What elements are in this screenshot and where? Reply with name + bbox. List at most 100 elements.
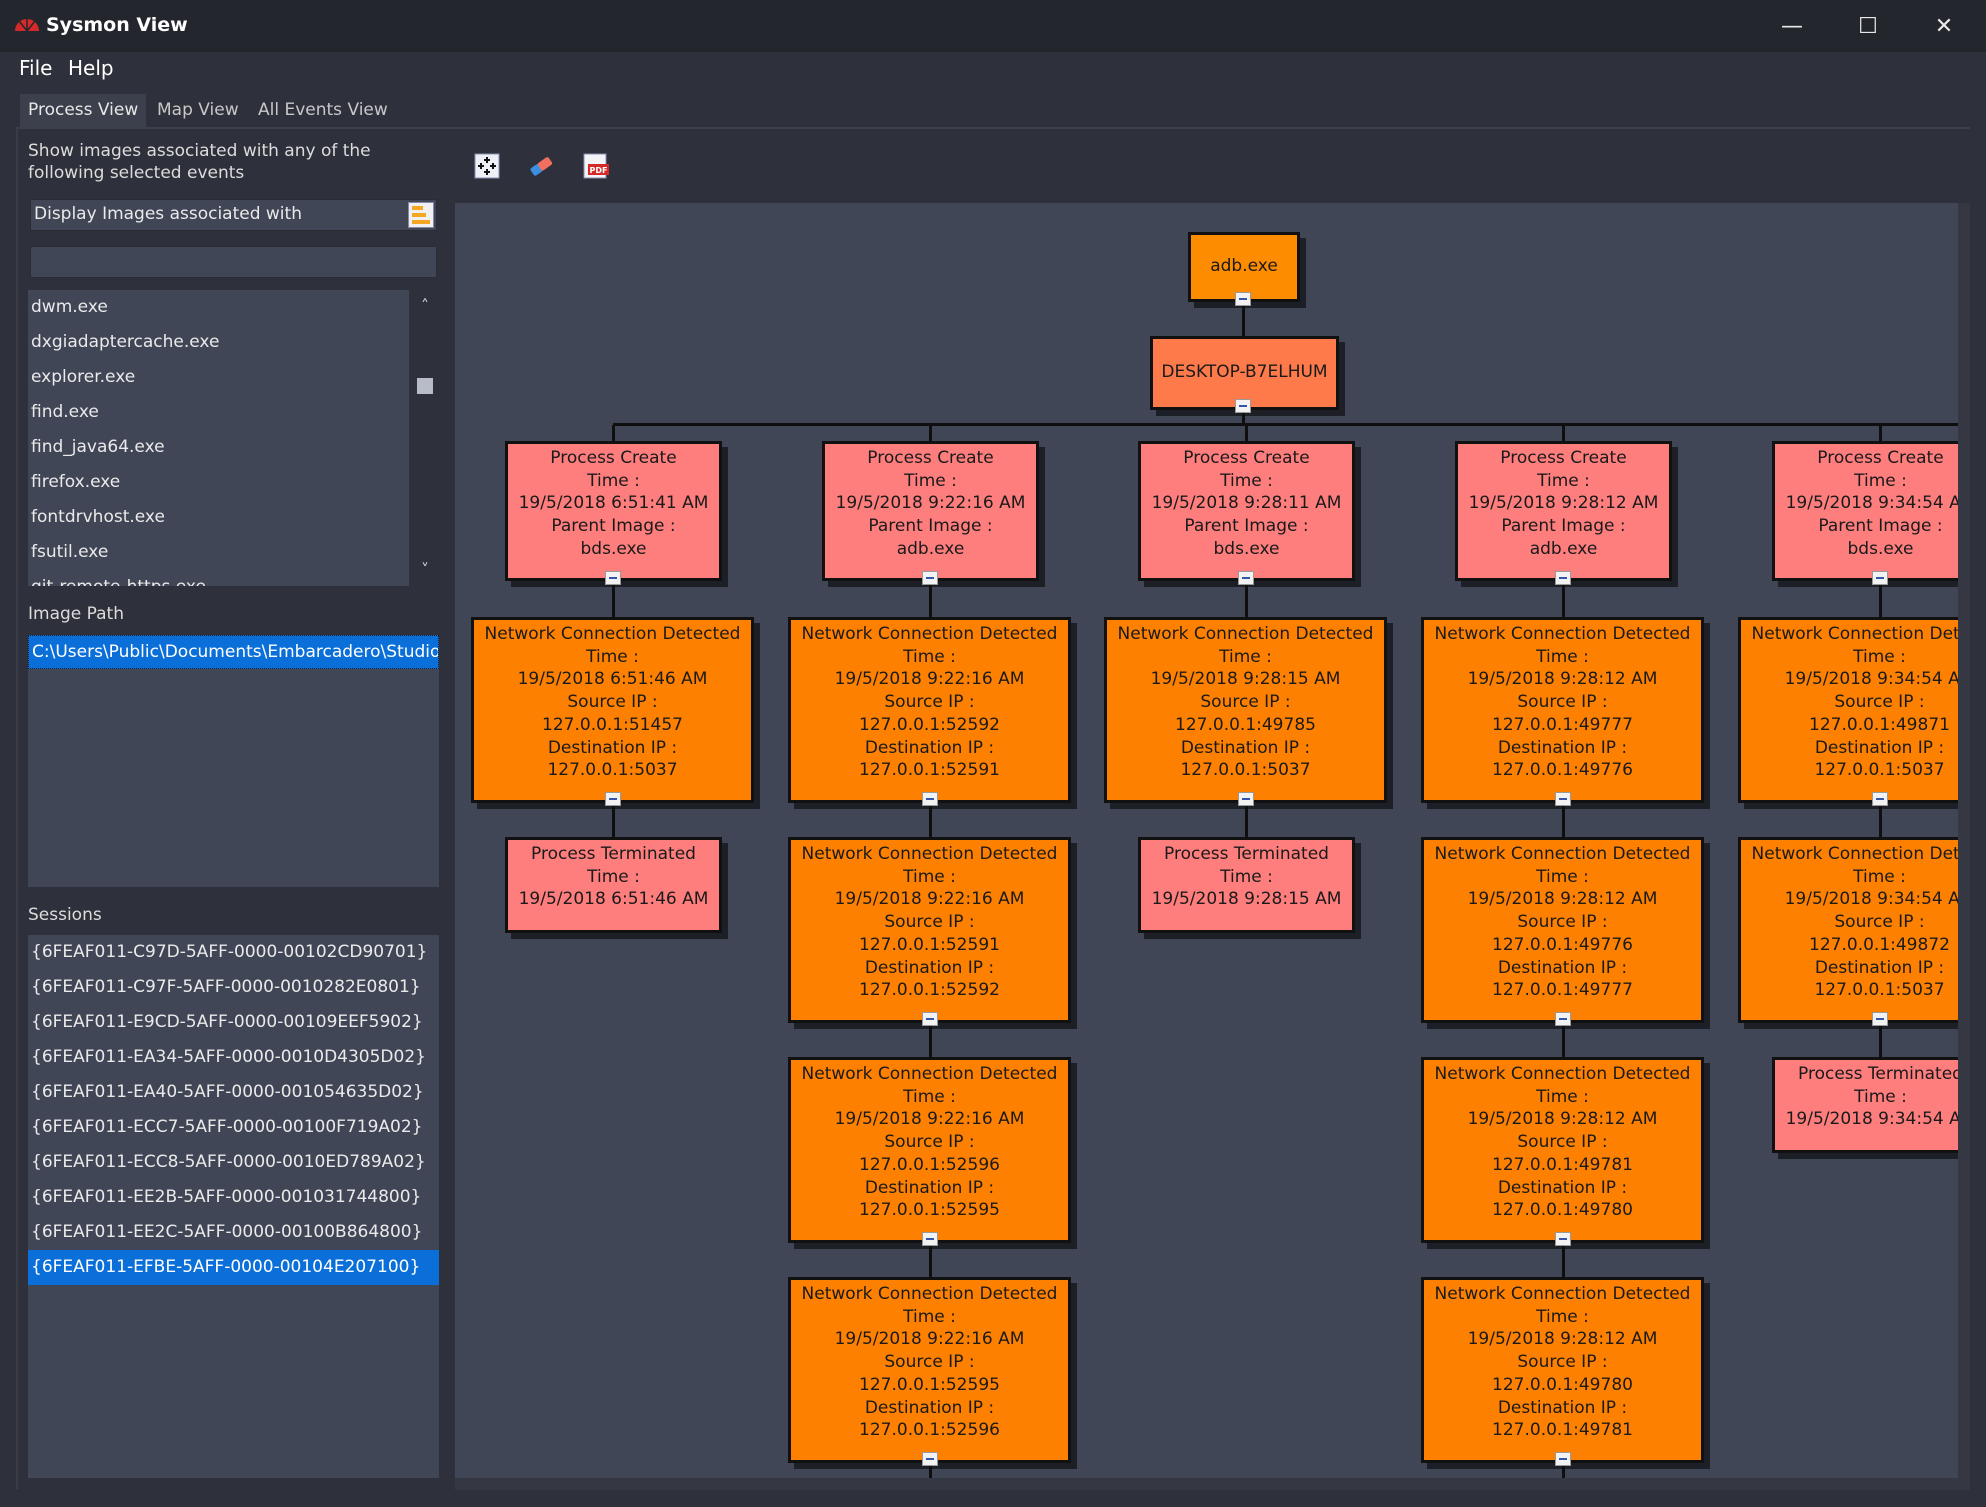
tree-edge (613, 423, 1958, 426)
image-list-item[interactable]: fontdrvhost.exe (28, 500, 409, 535)
image-path-list[interactable]: C:\Users\Public\Documents\Embarcadero\St… (28, 635, 439, 887)
process-tree-canvas[interactable]: adb.exe DESKTOP-B7ELHUM Process Create Time… (455, 203, 1958, 1478)
collapse-toggle-icon[interactable] (1235, 292, 1251, 306)
collapse-toggle-icon[interactable] (1555, 1452, 1571, 1466)
tree-edge (929, 1246, 932, 1277)
collapse-toggle-icon[interactable] (922, 1452, 938, 1466)
pdf-export-icon[interactable]: PDF (582, 152, 610, 180)
network-connection-node[interactable]: Network Connection DetectedTime :19/5/20… (788, 617, 1071, 803)
canvas-horizontal-scrollbar[interactable] (455, 1478, 1970, 1490)
session-list-item[interactable]: {6FEAF011-EA40-5AFF-0000-001054635D02} (28, 1075, 439, 1110)
collapse-toggle-icon[interactable] (922, 1232, 938, 1246)
scroll-thumb[interactable] (417, 378, 433, 394)
scroll-down-icon[interactable]: ˅ (416, 560, 434, 579)
collapse-toggle-icon[interactable] (1235, 399, 1251, 413)
session-list-item[interactable]: {6FEAF011-E9CD-5AFF-0000-00109EEF5902} (28, 1005, 439, 1040)
session-list-item[interactable]: {6FEAF011-EE2C-5AFF-0000-00100B864800} (28, 1215, 439, 1250)
image-list-item[interactable]: explorer.exe (28, 360, 409, 395)
collapse-toggle-icon[interactable] (1555, 792, 1571, 806)
time-label: Time : (1854, 470, 1907, 491)
image-path-label: Image Path (28, 604, 124, 624)
process-create-node[interactable]: Process Create Time :19/5/2018 9:34:54 AM… (1772, 441, 1958, 581)
fit-to-screen-icon[interactable] (473, 152, 501, 180)
images-list[interactable]: dwm.exe dxgiadaptercache.exe explorer.exe f… (28, 290, 409, 586)
tab-process-view[interactable]: Process View (20, 94, 147, 128)
collapse-toggle-icon[interactable] (1555, 571, 1571, 585)
images-list-scrollbar[interactable]: ˄ ˅ (412, 290, 437, 586)
network-connection-node[interactable]: Network Connection DetectedTime :19/5/20… (1421, 617, 1704, 803)
close-button[interactable]: ✕ (1906, 0, 1982, 52)
collapse-toggle-icon[interactable] (1238, 792, 1254, 806)
source-ip-label: Source IP : (884, 1352, 975, 1373)
collapse-toggle-icon[interactable] (1872, 571, 1888, 585)
list-select-icon[interactable] (408, 202, 434, 228)
process-create-node[interactable]: Process Create Time :19/5/2018 9:28:11 AM… (1138, 441, 1355, 581)
session-list-item[interactable]: {6FEAF011-EFBE-5AFF-0000-00104E207100} (28, 1250, 439, 1285)
source-ip-value: 127.0.0.1:49780 (1492, 1374, 1633, 1395)
maximize-button[interactable]: ☐ (1830, 0, 1906, 52)
destination-ip-value: 127.0.0.1:5037 (547, 760, 678, 781)
session-list-item[interactable]: {6FEAF011-ECC8-5AFF-0000-0010ED789A02} (28, 1145, 439, 1180)
image-path-item[interactable]: C:\Users\Public\Documents\Embarcadero\St… (28, 635, 439, 669)
image-list-item[interactable]: dxgiadaptercache.exe (28, 325, 409, 360)
network-connection-node[interactable]: Network Connection DetectedTime :19/5/20… (1421, 837, 1704, 1023)
tab-map-view[interactable]: Map View (149, 94, 247, 128)
destination-ip-label: Destination IP : (547, 737, 678, 758)
network-connection-node[interactable]: Network Connection DetectedTime :19/5/20… (1738, 837, 1958, 1023)
image-search-input[interactable] (30, 246, 437, 278)
image-list-item[interactable]: dwm.exe (28, 290, 409, 325)
scroll-up-icon[interactable]: ˄ (416, 296, 434, 315)
canvas-vertical-scrollbar[interactable] (1958, 203, 1970, 1478)
network-connection-node[interactable]: Network Connection DetectedTime :19/5/20… (1104, 617, 1387, 803)
process-create-node[interactable]: Process Create Time :19/5/2018 6:51:41 AM… (505, 441, 722, 581)
time-value: 19/5/2018 9:22:16 AM (834, 1329, 1025, 1350)
network-connection-node[interactable]: Network Connection DetectedTime :19/5/20… (1421, 1277, 1704, 1463)
session-list-item[interactable]: {6FEAF011-C97D-5AFF-0000-00102CD90701} (28, 935, 439, 970)
source-ip-value: 127.0.0.1:52592 (859, 714, 1000, 735)
eraser-icon[interactable] (527, 152, 555, 180)
collapse-toggle-icon[interactable] (1872, 1012, 1888, 1026)
network-connection-node[interactable]: Network Connection DetectedTime :19/5/20… (471, 617, 754, 803)
image-list-item[interactable]: firefox.exe (28, 465, 409, 500)
collapse-toggle-icon[interactable] (605, 792, 621, 806)
time-value: 19/5/2018 6:51:41 AM (518, 493, 709, 514)
tree-edge (1562, 1026, 1565, 1057)
network-connection-node[interactable]: Network Connection DetectedTime :19/5/20… (788, 1277, 1071, 1463)
collapse-toggle-icon[interactable] (1238, 571, 1254, 585)
collapse-toggle-icon[interactable] (605, 571, 621, 585)
process-terminated-node[interactable]: Process Terminated Time :19/5/2018 9:28:1… (1138, 837, 1355, 933)
tab-all-events-view[interactable]: All Events View (250, 94, 396, 128)
image-list-item[interactable]: find_java64.exe (28, 430, 409, 465)
session-list-item[interactable]: {6FEAF011-ECC7-5AFF-0000-00100F719A02} (28, 1110, 439, 1145)
network-connection-node[interactable]: Network Connection DetectedTime :19/5/20… (788, 1057, 1071, 1243)
collapse-toggle-icon[interactable] (1555, 1232, 1571, 1246)
parent-image-label: Parent Image : (551, 516, 676, 537)
image-list-item[interactable]: find.exe (28, 395, 409, 430)
process-terminated-node[interactable]: Process Terminated Time :19/5/2018 9:34:5… (1772, 1057, 1958, 1153)
sessions-list[interactable]: {6FEAF011-C97D-5AFF-0000-00102CD90701} {6… (28, 935, 439, 1478)
process-create-node[interactable]: Process Create Time :19/5/2018 9:28:12 AM… (1455, 441, 1672, 581)
event-filter-combo[interactable]: Display Images associated with (30, 199, 437, 231)
process-terminated-node[interactable]: Process Terminated Time :19/5/2018 6:51:4… (505, 837, 722, 933)
network-connection-node[interactable]: Network Connection DetectedTime :19/5/20… (1738, 617, 1958, 803)
network-connection-node[interactable]: Network Connection DetectedTime :19/5/20… (788, 837, 1071, 1023)
session-list-item[interactable]: {6FEAF011-C97F-5AFF-0000-0010282E0801} (28, 970, 439, 1005)
network-connection-node[interactable]: Network Connection DetectedTime :19/5/20… (1421, 1057, 1704, 1243)
minimize-button[interactable]: — (1754, 0, 1830, 52)
menu-help[interactable]: Help (68, 56, 114, 80)
collapse-toggle-icon[interactable] (1872, 792, 1888, 806)
collapse-toggle-icon[interactable] (922, 1012, 938, 1026)
collapse-toggle-icon[interactable] (922, 571, 938, 585)
image-list-item[interactable]: fsutil.exe (28, 535, 409, 570)
session-list-item[interactable]: {6FEAF011-EE2B-5AFF-0000-001031744800} (28, 1180, 439, 1215)
time-label: Time : (1536, 646, 1589, 667)
image-list-item[interactable]: git-remote-https.exe (28, 570, 409, 586)
source-ip-label: Source IP : (884, 692, 975, 713)
session-list-item[interactable]: {6FEAF011-EA34-5AFF-0000-0010D4305D02} (28, 1040, 439, 1075)
collapse-toggle-icon[interactable] (1555, 1012, 1571, 1026)
filter-caption: Show images associated with any of the f… (28, 140, 371, 184)
process-create-node[interactable]: Process Create Time :19/5/2018 9:22:16 AM… (822, 441, 1039, 581)
time-label: Time : (903, 866, 956, 887)
menu-file[interactable]: File (19, 56, 52, 80)
collapse-toggle-icon[interactable] (922, 792, 938, 806)
